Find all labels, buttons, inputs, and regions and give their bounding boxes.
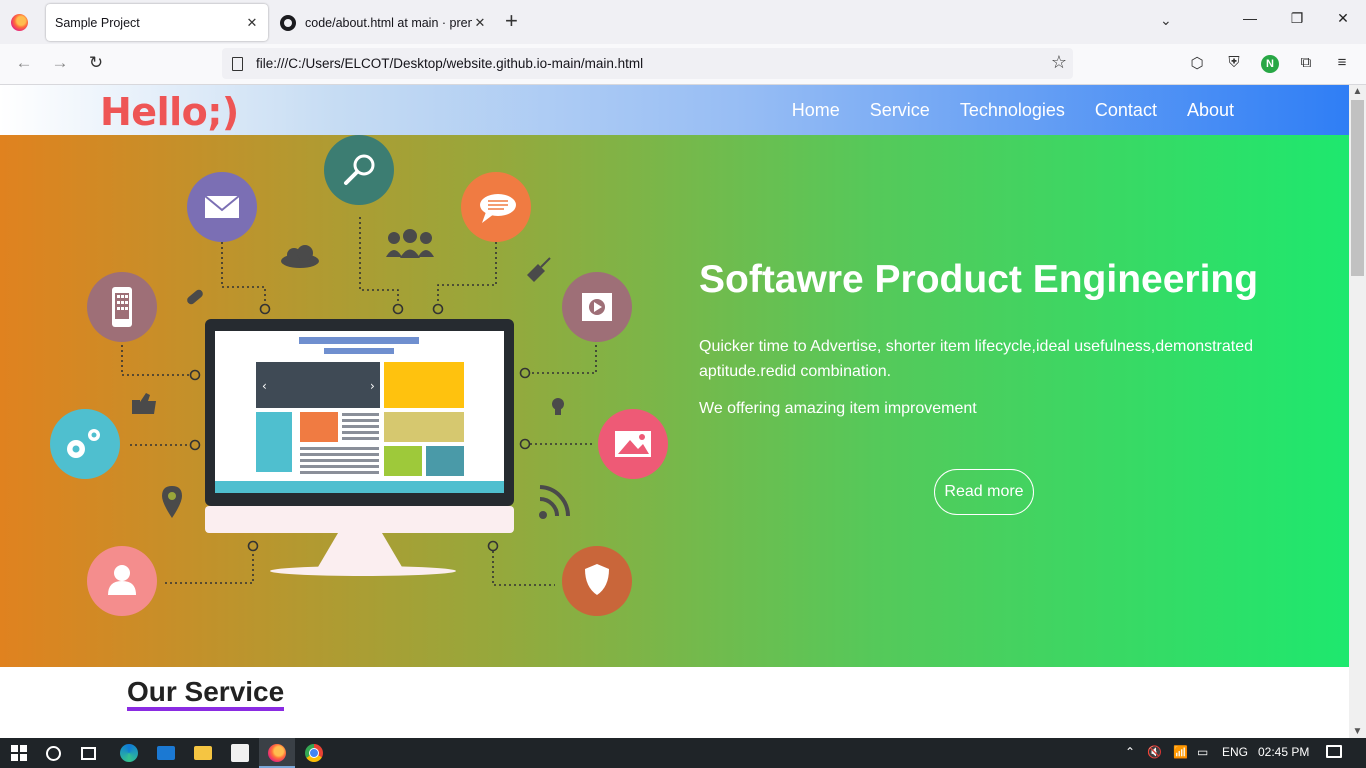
github-icon [280,14,296,31]
page-scrollbar[interactable]: ▲ ▼ [1349,85,1366,738]
tab-list-chevron-icon[interactable]: ⌄ [1160,12,1172,29]
site-header: Hello;) Home Service Technologies Contac… [0,85,1349,135]
svg-text:‹: ‹ [262,379,267,393]
mail-app-icon[interactable] [157,746,175,760]
store-icon[interactable] [231,744,249,762]
hero-section: ‹ › Softawre Product Engineering Quicker… [0,135,1349,667]
hero-description: Quicker time to Advertise, shorter item … [699,338,1254,380]
page-viewport: Hello;) Home Service Technologies Contac… [0,85,1349,738]
search-icon[interactable] [46,746,61,761]
tab-title: Sample Project [55,15,140,30]
bulb-icon [552,398,564,415]
windows-taskbar: ⌃ 🔇 📶 ▭ ENG 02:45 PM [0,738,1366,768]
thumbs-up-icon [132,393,156,414]
extension-n-icon[interactable]: N [1261,55,1279,73]
scroll-down-icon[interactable]: ▼ [1349,726,1366,737]
close-window-button[interactable]: ✕ [1333,10,1353,27]
section-title-our-service: Our Service [127,677,285,711]
clock[interactable]: 02:45 PM [1258,745,1309,759]
scroll-thumb[interactable] [1351,100,1364,276]
file-explorer-icon[interactable] [194,746,212,760]
firefox-icon[interactable] [11,14,28,31]
cloud-icon [281,245,319,268]
minimize-button[interactable]: — [1240,10,1260,26]
location-pin-icon [162,486,182,518]
tab-close-icon[interactable]: ✕ [472,15,488,31]
wifi-icon[interactable]: 📶 [1173,745,1188,759]
tray-chevron-icon[interactable]: ⌃ [1125,745,1135,759]
satellite-icon [527,257,551,282]
task-view-icon[interactable] [81,747,96,760]
new-tab-button[interactable]: + [505,9,518,33]
battery-icon[interactable]: ▭ [1197,745,1208,759]
bookmark-star-icon[interactable]: ☆ [1051,52,1067,73]
rss-icon [539,485,570,519]
reload-icon[interactable]: ↻ [85,53,107,73]
shield-icon[interactable]: ⛨ [1224,54,1244,74]
nav-home[interactable]: Home [792,100,840,121]
firefox-icon[interactable] [268,744,286,762]
extensions-icon[interactable]: ⧉ [1296,54,1316,74]
people-icon [386,229,434,258]
chrome-icon[interactable] [305,744,323,762]
monitor-icon: ‹ › [205,319,514,576]
nav-contact[interactable]: Contact [1095,100,1157,121]
back-icon[interactable]: ← [13,53,35,73]
tab-close-icon[interactable]: ✕ [244,15,260,31]
restore-button[interactable]: ❐ [1287,10,1307,27]
svg-text:›: › [370,379,375,393]
video-icon [562,272,632,342]
tab-sample-project[interactable]: Sample Project ✕ [46,4,268,41]
nav-technologies[interactable]: Technologies [960,100,1065,121]
tab-github-about[interactable]: code/about.html at main · prem ✕ [276,4,496,41]
menu-icon[interactable]: ≡ [1332,54,1352,74]
chat-icon [461,172,531,242]
hero-tagline: We offering amazing item improvement [699,400,977,417]
address-bar[interactable]: file:///C:/Users/ELCOT/Desktop/website.g… [222,48,1073,79]
edge-icon[interactable] [120,744,138,762]
read-more-button[interactable]: Read more [934,469,1034,515]
volume-muted-icon[interactable]: 🔇 [1147,745,1162,759]
gears-icon [50,409,120,479]
phone-icon [87,272,157,342]
nav-service[interactable]: Service [870,100,930,121]
browser-nav-bar: ← → ↻ file:///C:/Users/ELCOT/Desktop/web… [0,44,1366,85]
user-icon [87,546,157,616]
mail-icon [187,172,257,242]
site-nav: Home Service Technologies Contact About [792,100,1234,121]
scroll-up-icon[interactable]: ▲ [1349,86,1366,97]
hero-title: Softawre Product Engineering [699,258,1259,301]
page-icon [232,56,243,71]
url-text[interactable]: file:///C:/Users/ELCOT/Desktop/website.g… [256,56,643,71]
language-indicator[interactable]: ENG [1222,745,1248,759]
shield-icon [562,546,632,616]
windows-start-icon[interactable] [11,745,27,761]
pocket-icon[interactable]: ⬡ [1187,54,1207,74]
image-icon [598,409,668,479]
link-icon [187,289,203,305]
browser-tab-bar: Sample Project ✕ code/about.html at main… [0,0,1366,44]
notification-icon[interactable] [1326,745,1342,758]
site-logo[interactable]: Hello;) [100,90,239,134]
search-icon [324,135,394,205]
hero-illustration: ‹ › [50,135,668,616]
tab-title: code/about.html at main · prem [305,15,472,30]
forward-icon[interactable]: → [49,53,71,73]
nav-about[interactable]: About [1187,100,1234,121]
